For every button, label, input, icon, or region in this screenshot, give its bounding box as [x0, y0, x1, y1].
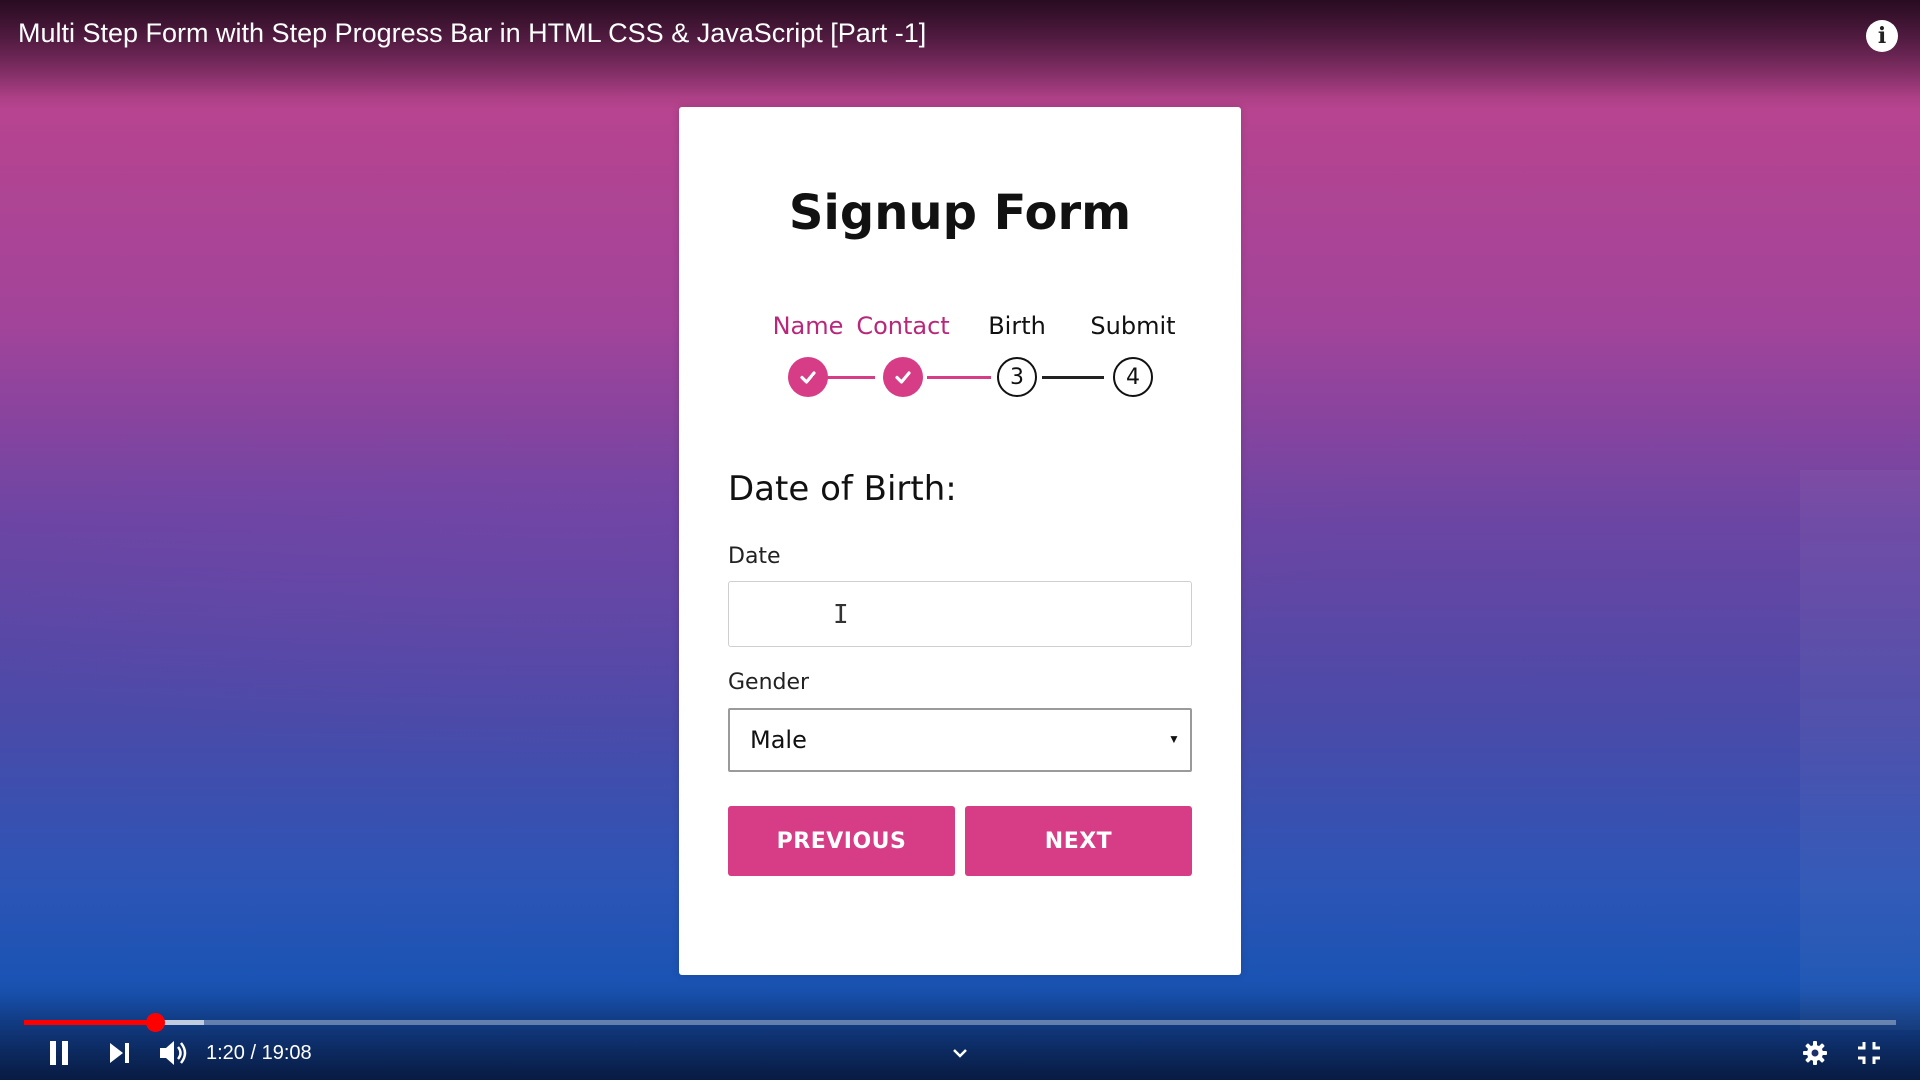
progress-scrubber[interactable] [145, 1013, 165, 1032]
video-progress-bar[interactable] [24, 1013, 1896, 1032]
gender-select-value: Male [750, 726, 807, 754]
previous-button[interactable]: PREVIOUS [728, 806, 955, 876]
settings-icon[interactable] [1800, 1038, 1830, 1068]
volume-icon[interactable] [156, 1038, 192, 1068]
exit-fullscreen-icon[interactable] [1854, 1038, 1884, 1068]
step-progress-bar: Name Contact Birth 3 Submit 4 [679, 312, 1241, 422]
time-display: 1:20 / 19:08 [206, 1042, 312, 1064]
gender-label: Gender [728, 670, 810, 695]
next-icon[interactable] [104, 1038, 134, 1068]
step-label-contact: Contact [856, 312, 950, 340]
background-panel [1800, 470, 1920, 1030]
form-title: Signup Form [788, 185, 1132, 241]
gender-select[interactable]: Male ▼ [728, 708, 1192, 772]
progress-played [24, 1020, 155, 1025]
info-icon[interactable]: i [1866, 20, 1898, 52]
step-label-submit: Submit [1090, 312, 1176, 340]
section-title: Date of Birth: [728, 469, 957, 509]
signup-form-card: Signup Form Name Contact Birth 3 Submit … [679, 107, 1241, 975]
next-button[interactable]: NEXT [965, 806, 1192, 876]
step-connector [927, 376, 991, 379]
title-overlay [0, 0, 1920, 110]
step-number: 4 [1113, 357, 1153, 397]
chevron-down-icon[interactable] [948, 1038, 972, 1068]
step-number: 3 [997, 357, 1037, 397]
date-input[interactable]: I [728, 581, 1192, 647]
date-label: Date [728, 544, 781, 569]
dropdown-arrow-icon: ▼ [1168, 732, 1180, 746]
step-connector [1042, 376, 1104, 379]
text-cursor-icon: I [833, 600, 849, 630]
video-title[interactable]: Multi Step Form with Step Progress Bar i… [18, 18, 926, 49]
check-icon [883, 357, 923, 397]
step-connector [813, 376, 875, 379]
pause-icon[interactable] [44, 1038, 74, 1068]
step-label-birth: Birth [988, 312, 1046, 340]
